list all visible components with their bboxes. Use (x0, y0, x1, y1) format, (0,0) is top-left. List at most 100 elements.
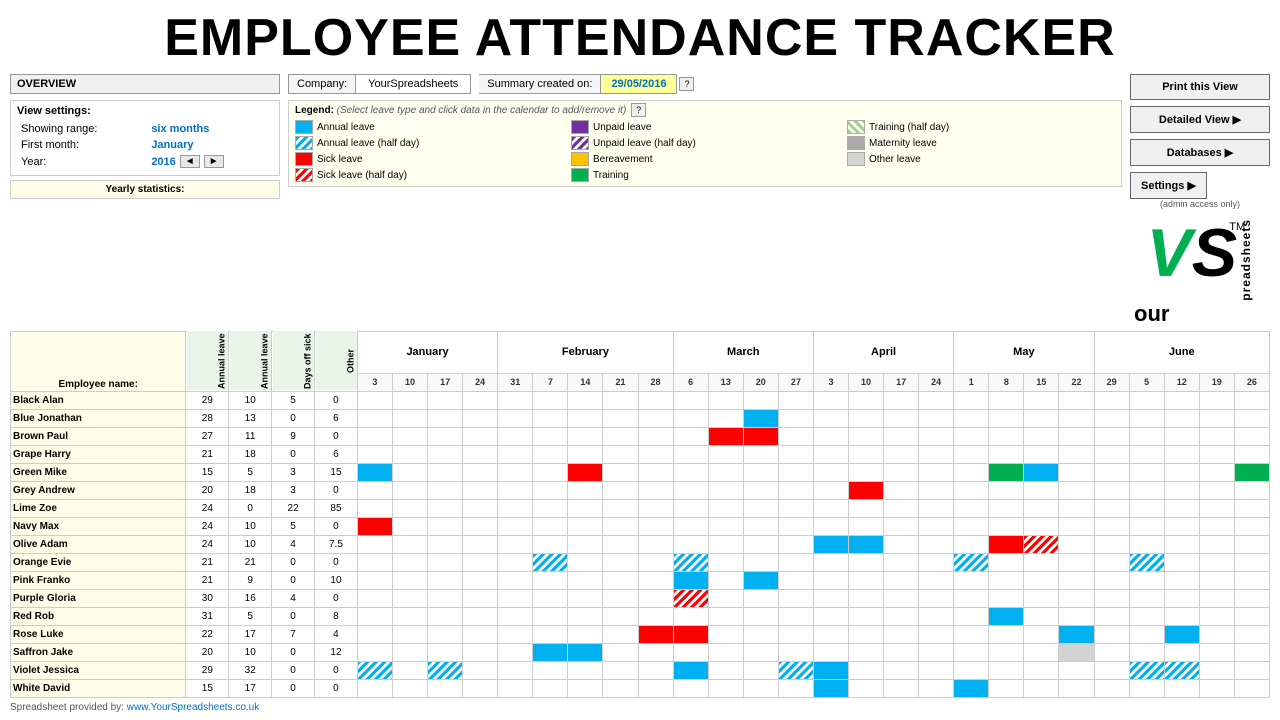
cal-cell-10[interactable] (708, 391, 743, 409)
cal-cell-24[interactable] (1199, 679, 1234, 697)
cal-cell-13[interactable] (813, 643, 848, 661)
cal-cell-4[interactable] (498, 607, 533, 625)
cal-cell-0[interactable] (357, 445, 392, 463)
cal-cell-13[interactable] (813, 517, 848, 535)
cal-cell-9[interactable] (673, 481, 708, 499)
cal-cell-9[interactable] (673, 409, 708, 427)
cal-cell-17[interactable] (954, 625, 989, 643)
cal-cell-16[interactable] (919, 625, 954, 643)
cal-cell-24[interactable] (1199, 391, 1234, 409)
cal-cell-7[interactable] (603, 463, 638, 481)
cal-cell-16[interactable] (919, 427, 954, 445)
cal-cell-24[interactable] (1199, 643, 1234, 661)
cal-cell-0[interactable] (357, 661, 392, 679)
help-button[interactable]: ? (679, 77, 694, 91)
cal-cell-11[interactable] (743, 589, 778, 607)
cal-cell-9[interactable] (673, 661, 708, 679)
cal-cell-3[interactable] (463, 499, 498, 517)
cal-cell-0[interactable] (357, 571, 392, 589)
cal-cell-12[interactable] (778, 445, 813, 463)
cal-cell-11[interactable] (743, 553, 778, 571)
cal-cell-19[interactable] (1024, 409, 1059, 427)
cal-cell-25[interactable] (1234, 535, 1269, 553)
cal-cell-6[interactable] (568, 517, 603, 535)
cal-cell-18[interactable] (989, 607, 1024, 625)
cal-cell-25[interactable] (1234, 553, 1269, 571)
cal-cell-0[interactable] (357, 643, 392, 661)
cal-cell-9[interactable] (673, 391, 708, 409)
cal-cell-14[interactable] (848, 463, 883, 481)
cal-cell-23[interactable] (1164, 481, 1199, 499)
cal-cell-15[interactable] (884, 679, 919, 697)
cal-cell-3[interactable] (463, 553, 498, 571)
cal-cell-16[interactable] (919, 661, 954, 679)
cal-cell-2[interactable] (428, 535, 463, 553)
cal-cell-19[interactable] (1024, 463, 1059, 481)
cal-cell-3[interactable] (463, 643, 498, 661)
cal-cell-7[interactable] (603, 427, 638, 445)
cal-cell-11[interactable] (743, 517, 778, 535)
cal-cell-25[interactable] (1234, 517, 1269, 535)
cal-cell-22[interactable] (1129, 589, 1164, 607)
cal-cell-17[interactable] (954, 607, 989, 625)
cal-cell-5[interactable] (533, 481, 568, 499)
cal-cell-17[interactable] (954, 391, 989, 409)
cal-cell-16[interactable] (919, 517, 954, 535)
cal-cell-17[interactable] (954, 661, 989, 679)
cal-cell-19[interactable] (1024, 643, 1059, 661)
detailed-view-button[interactable]: Detailed View ▶ (1130, 106, 1270, 133)
cal-cell-24[interactable] (1199, 607, 1234, 625)
cal-cell-9[interactable] (673, 463, 708, 481)
cal-cell-22[interactable] (1129, 481, 1164, 499)
cal-cell-13[interactable] (813, 625, 848, 643)
cal-cell-2[interactable] (428, 409, 463, 427)
cal-cell-14[interactable] (848, 661, 883, 679)
cal-cell-14[interactable] (848, 571, 883, 589)
cal-cell-17[interactable] (954, 553, 989, 571)
cal-cell-20[interactable] (1059, 679, 1094, 697)
cal-cell-22[interactable] (1129, 625, 1164, 643)
cal-cell-15[interactable] (884, 391, 919, 409)
cal-cell-13[interactable] (813, 445, 848, 463)
cal-cell-23[interactable] (1164, 445, 1199, 463)
cal-cell-8[interactable] (638, 499, 673, 517)
cal-cell-20[interactable] (1059, 535, 1094, 553)
cal-cell-22[interactable] (1129, 535, 1164, 553)
cal-cell-1[interactable] (392, 499, 427, 517)
cal-cell-6[interactable] (568, 499, 603, 517)
cal-cell-10[interactable] (708, 679, 743, 697)
cal-cell-20[interactable] (1059, 463, 1094, 481)
cal-cell-25[interactable] (1234, 661, 1269, 679)
cal-cell-2[interactable] (428, 589, 463, 607)
cal-cell-13[interactable] (813, 553, 848, 571)
cal-cell-13[interactable] (813, 499, 848, 517)
cal-cell-10[interactable] (708, 643, 743, 661)
cal-cell-3[interactable] (463, 517, 498, 535)
cal-cell-1[interactable] (392, 463, 427, 481)
cal-cell-12[interactable] (778, 661, 813, 679)
cal-cell-7[interactable] (603, 499, 638, 517)
cal-cell-8[interactable] (638, 607, 673, 625)
cal-cell-11[interactable] (743, 481, 778, 499)
cal-cell-1[interactable] (392, 625, 427, 643)
cal-cell-21[interactable] (1094, 481, 1129, 499)
cal-cell-18[interactable] (989, 427, 1024, 445)
cal-cell-14[interactable] (848, 679, 883, 697)
cal-cell-19[interactable] (1024, 589, 1059, 607)
cal-cell-8[interactable] (638, 445, 673, 463)
cal-cell-17[interactable] (954, 409, 989, 427)
cal-cell-10[interactable] (708, 607, 743, 625)
cal-cell-23[interactable] (1164, 661, 1199, 679)
cal-cell-8[interactable] (638, 661, 673, 679)
cal-cell-3[interactable] (463, 409, 498, 427)
print-button[interactable]: Print this View (1130, 74, 1270, 100)
cal-cell-8[interactable] (638, 643, 673, 661)
cal-cell-7[interactable] (603, 589, 638, 607)
cal-cell-11[interactable] (743, 571, 778, 589)
cal-cell-16[interactable] (919, 535, 954, 553)
cal-cell-4[interactable] (498, 643, 533, 661)
cal-cell-20[interactable] (1059, 607, 1094, 625)
cal-cell-14[interactable] (848, 553, 883, 571)
cal-cell-19[interactable] (1024, 661, 1059, 679)
cal-cell-13[interactable] (813, 679, 848, 697)
